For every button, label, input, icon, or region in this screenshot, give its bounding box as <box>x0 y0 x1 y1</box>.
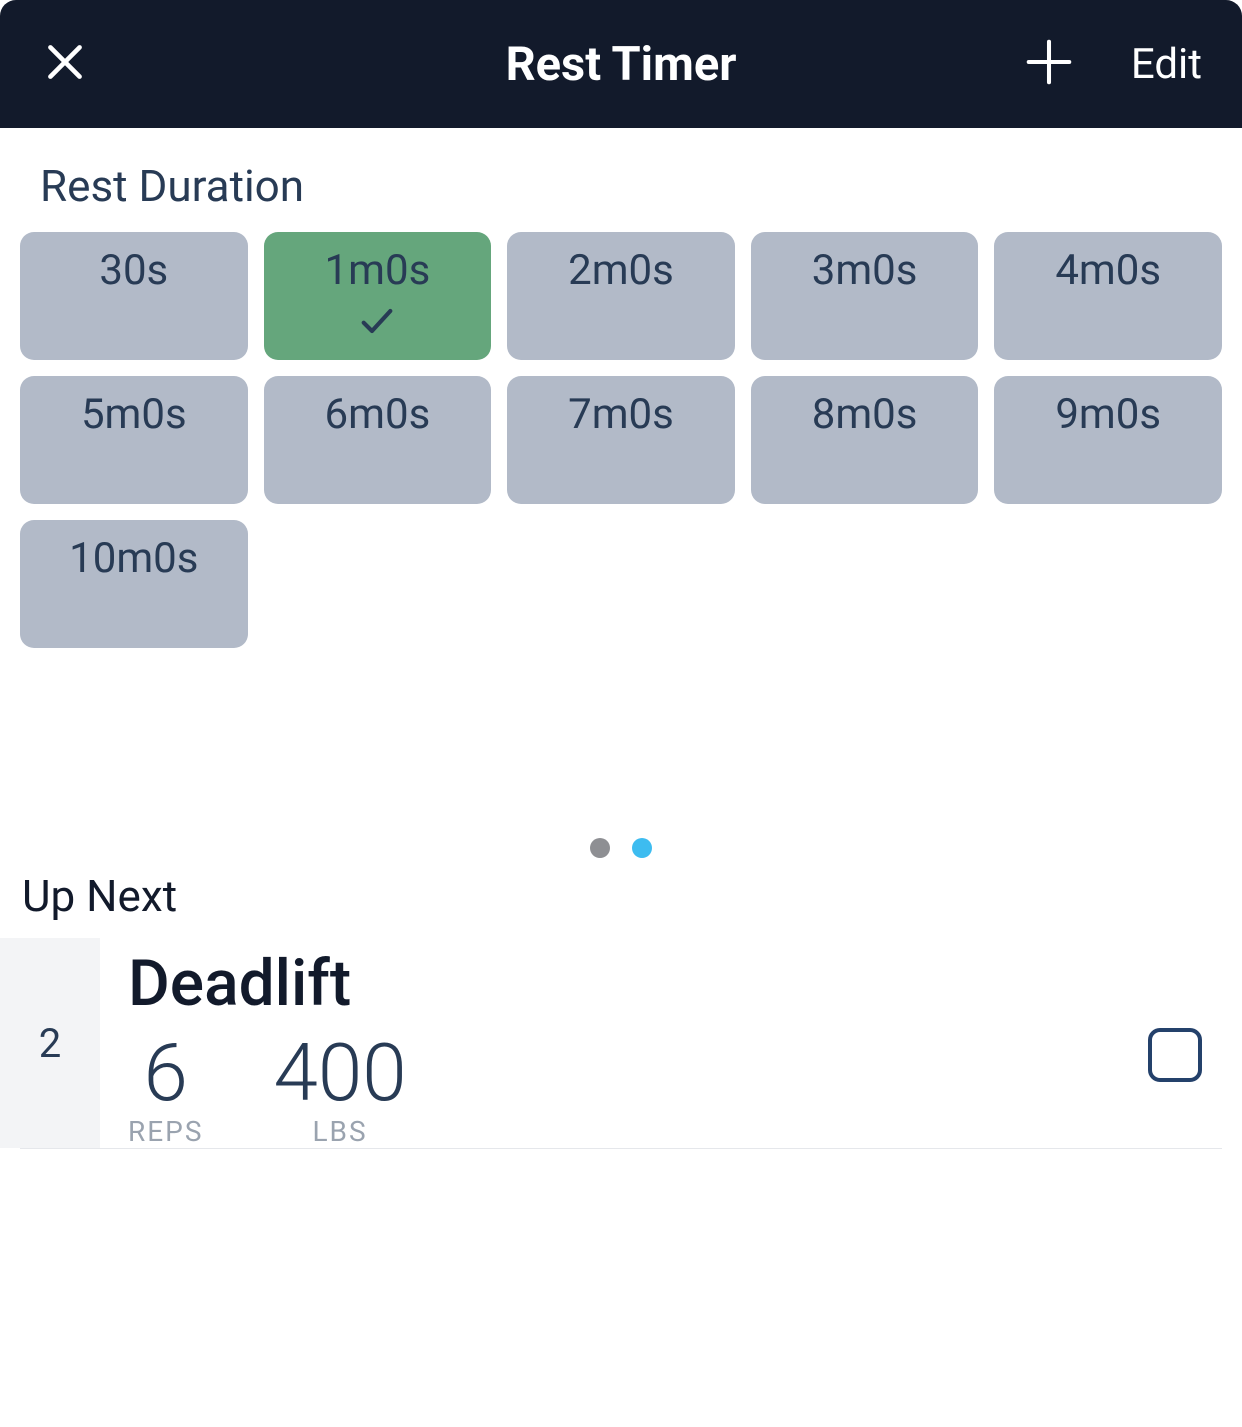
lbs-value: 400 <box>273 1033 406 1113</box>
exercise-name: Deadlift <box>128 946 1222 1021</box>
content: Rest Duration 30s 1m0s 2m0s 3m0s 4m0s 5m0s 6m0… <box>0 128 1242 1149</box>
duration-tile-8m0s[interactable]: 8m0s <box>751 376 979 504</box>
duration-tile-30s[interactable]: 30s <box>20 232 248 360</box>
reps-label: REPS <box>128 1115 203 1148</box>
duration-tile-label: 7m0s <box>568 390 674 439</box>
duration-tile-label: 5m0s <box>81 390 187 439</box>
duration-tile-9m0s[interactable]: 9m0s <box>994 376 1222 504</box>
page-indicator <box>20 838 1222 858</box>
duration-tile-3m0s[interactable]: 3m0s <box>751 232 979 360</box>
lbs-label: LBS <box>312 1115 367 1148</box>
duration-tile-label: 10m0s <box>69 534 198 583</box>
pager-dot-2[interactable] <box>632 838 652 858</box>
page-title: Rest Timer <box>506 37 737 92</box>
up-next-card: 2 Deadlift 6 REPS 400 LBS <box>20 938 1222 1149</box>
complete-checkbox[interactable] <box>1148 1028 1202 1082</box>
close-icon[interactable] <box>40 37 90 91</box>
duration-tile-label: 3m0s <box>812 246 918 295</box>
duration-tile-7m0s[interactable]: 7m0s <box>507 376 735 504</box>
duration-tile-2m0s[interactable]: 2m0s <box>507 232 735 360</box>
edit-button[interactable]: Edit <box>1131 40 1202 89</box>
header-left <box>40 37 240 91</box>
lbs-stat: 400 LBS <box>273 1033 406 1148</box>
duration-tile-1m0s[interactable]: 1m0s <box>264 232 492 360</box>
set-number: 2 <box>0 938 100 1148</box>
reps-stat: 6 REPS <box>128 1033 203 1148</box>
duration-grid: 30s 1m0s 2m0s 3m0s 4m0s 5m0s 6m0s 7m0s 8m0s 9m0s 1… <box>20 232 1222 648</box>
duration-tile-label: 30s <box>99 246 168 295</box>
duration-tile-10m0s[interactable]: 10m0s <box>20 520 248 648</box>
check-icon <box>357 301 397 345</box>
duration-tile-label: 2m0s <box>568 246 674 295</box>
up-next-label: Up Next <box>22 870 1222 922</box>
duration-tile-6m0s[interactable]: 6m0s <box>264 376 492 504</box>
rest-duration-label: Rest Duration <box>40 160 1202 212</box>
duration-tile-5m0s[interactable]: 5m0s <box>20 376 248 504</box>
exercise-info: Deadlift 6 REPS 400 LBS <box>100 938 1222 1148</box>
header-center: Rest Timer <box>240 37 1002 92</box>
reps-value: 6 <box>144 1033 188 1113</box>
duration-tile-label: 6m0s <box>325 390 431 439</box>
plus-icon[interactable] <box>1022 35 1076 93</box>
header: Rest Timer Edit <box>0 0 1242 128</box>
duration-tile-label: 1m0s <box>325 246 431 295</box>
header-right: Edit <box>1002 35 1202 93</box>
duration-tile-label: 9m0s <box>1055 390 1161 439</box>
duration-tile-4m0s[interactable]: 4m0s <box>994 232 1222 360</box>
pager-dot-1[interactable] <box>590 838 610 858</box>
exercise-stats: 6 REPS 400 LBS <box>128 1033 1222 1148</box>
duration-tile-label: 8m0s <box>812 390 918 439</box>
duration-tile-label: 4m0s <box>1055 246 1161 295</box>
